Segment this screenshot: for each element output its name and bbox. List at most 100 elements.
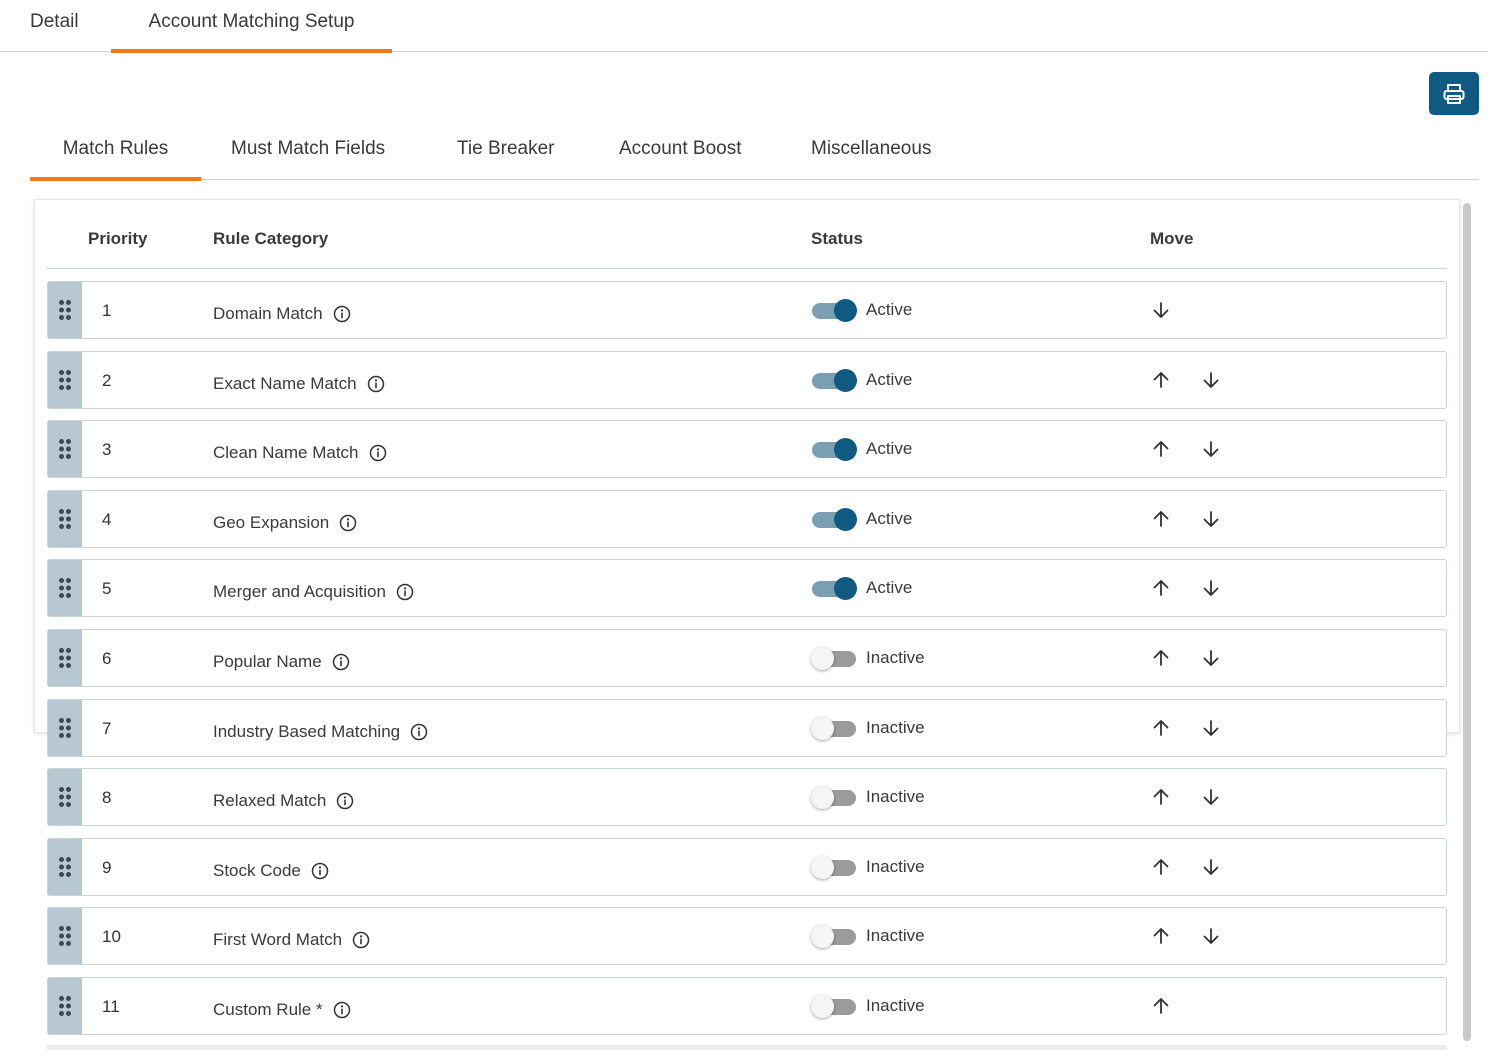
drag-handle[interactable]	[48, 699, 82, 756]
move-down-button[interactable]	[1200, 508, 1222, 530]
move-down-button[interactable]	[1200, 925, 1222, 947]
arrow-up-icon	[1151, 439, 1171, 459]
rule-name: Geo Expansion	[213, 512, 330, 532]
priority-value: 9	[102, 857, 112, 877]
status-toggle[interactable]	[811, 716, 857, 740]
status-toggle[interactable]	[811, 786, 857, 810]
arrow-down-icon	[1201, 370, 1221, 390]
status-toggle[interactable]	[811, 994, 857, 1018]
table-row[interactable]: 3 Clean Name Match Active	[47, 420, 1447, 479]
move-down-button[interactable]	[1200, 717, 1222, 739]
move-up-button[interactable]	[1150, 925, 1172, 947]
table-row[interactable]: 10 First Word Match Inactive	[47, 907, 1447, 966]
rule-category: Stock Code	[213, 861, 329, 881]
sub-tab-bar: Match Rules Must Match Fields Tie Breake…	[30, 125, 1479, 181]
rule-name: Stock Code	[213, 860, 301, 880]
table-row[interactable]: 9 Stock Code Inactive	[47, 837, 1447, 896]
priority-value: 10	[102, 927, 121, 947]
drag-grip-icon	[58, 508, 72, 530]
status-toggle[interactable]	[811, 855, 857, 879]
info-icon[interactable]	[333, 1001, 351, 1019]
drag-handle[interactable]	[48, 490, 82, 547]
tab-account-boost[interactable]: Account Boost	[619, 125, 742, 180]
info-icon[interactable]	[311, 862, 329, 880]
move-down-button[interactable]	[1200, 856, 1222, 878]
status-toggle[interactable]	[811, 925, 857, 949]
info-icon[interactable]	[367, 375, 385, 393]
table-row[interactable]: 5 Merger and Acquisition Active	[47, 559, 1447, 618]
drag-grip-icon	[58, 925, 72, 947]
move-down-button[interactable]	[1200, 647, 1222, 669]
rule-category: Merger and Acquisition	[213, 582, 414, 602]
drag-handle[interactable]	[48, 560, 82, 617]
info-icon[interactable]	[396, 583, 414, 601]
scrollbar-thumb[interactable]	[1463, 203, 1471, 1041]
move-up-button[interactable]	[1150, 856, 1172, 878]
arrow-down-icon	[1201, 648, 1221, 668]
move-up-button[interactable]	[1150, 717, 1172, 739]
drag-grip-icon	[58, 717, 72, 739]
move-up-button[interactable]	[1150, 508, 1172, 530]
status-toggle[interactable]	[811, 368, 857, 392]
table-row[interactable]: 4 Geo Expansion Active	[47, 489, 1447, 548]
info-icon[interactable]	[339, 514, 357, 532]
tab-tie-breaker[interactable]: Tie Breaker	[457, 125, 555, 180]
info-icon[interactable]	[336, 792, 354, 810]
move-up-button[interactable]	[1150, 647, 1172, 669]
info-icon[interactable]	[332, 653, 350, 671]
arrow-up-icon	[1151, 509, 1171, 529]
drag-handle[interactable]	[48, 351, 82, 408]
priority-value: 6	[102, 648, 112, 668]
drag-grip-icon	[58, 995, 72, 1017]
status-toggle[interactable]	[811, 438, 857, 462]
status-label: Inactive	[866, 647, 925, 667]
move-down-button[interactable]	[1200, 786, 1222, 808]
print-button[interactable]	[1429, 72, 1479, 115]
table-row[interactable]: 6 Popular Name Inactive	[47, 628, 1447, 687]
drag-handle[interactable]	[48, 838, 82, 895]
status-toggle[interactable]	[811, 646, 857, 670]
rule-name: Domain Match	[213, 304, 323, 323]
move-up-button[interactable]	[1150, 995, 1172, 1017]
move-up-button[interactable]	[1150, 786, 1172, 808]
drag-handle[interactable]	[48, 769, 82, 826]
rule-category: Exact Name Match	[213, 374, 385, 394]
rule-category: Custom Rule *	[213, 1000, 351, 1020]
scrollbar[interactable]	[1461, 200, 1473, 1045]
info-icon[interactable]	[333, 305, 351, 323]
move-down-button[interactable]	[1150, 299, 1172, 321]
tab-account-matching-setup[interactable]: Account Matching Setup	[111, 0, 392, 53]
move-up-button[interactable]	[1150, 369, 1172, 391]
tab-match-rules[interactable]: Match Rules	[30, 125, 201, 181]
toggle-knob	[811, 994, 834, 1018]
tab-miscellaneous[interactable]: Miscellaneous	[811, 125, 931, 180]
info-icon[interactable]	[352, 931, 370, 949]
move-down-button[interactable]	[1200, 438, 1222, 460]
info-icon[interactable]	[410, 723, 428, 741]
table-row[interactable]: 8 Relaxed Match Inactive	[47, 768, 1447, 827]
table-row[interactable]: 7 Industry Based Matching Inactive	[47, 698, 1447, 757]
toggle-knob	[811, 646, 834, 670]
tab-must-match-fields[interactable]: Must Match Fields	[231, 125, 385, 180]
drag-handle[interactable]	[48, 421, 82, 478]
status-toggle[interactable]	[811, 507, 857, 531]
drag-handle[interactable]	[48, 977, 82, 1034]
status-label: Inactive	[866, 787, 925, 807]
drag-handle[interactable]	[48, 629, 82, 686]
table-row[interactable]: 1 Domain Match Active	[47, 281, 1447, 339]
table-row[interactable]: 2 Exact Name Match Active	[47, 350, 1447, 409]
move-down-button[interactable]	[1200, 577, 1222, 599]
drag-handle[interactable]	[48, 282, 82, 338]
rule-category: Popular Name	[213, 652, 350, 672]
table-row[interactable]: 11 Custom Rule * Inactive	[47, 976, 1447, 1035]
status-toggle[interactable]	[811, 299, 857, 322]
move-up-button[interactable]	[1150, 438, 1172, 460]
toggle-knob	[834, 368, 857, 392]
toggle-knob	[834, 577, 857, 601]
status-toggle[interactable]	[811, 577, 857, 601]
tab-detail[interactable]: Detail	[30, 0, 79, 52]
drag-handle[interactable]	[48, 908, 82, 965]
move-down-button[interactable]	[1200, 369, 1222, 391]
move-up-button[interactable]	[1150, 577, 1172, 599]
info-icon[interactable]	[369, 444, 387, 462]
